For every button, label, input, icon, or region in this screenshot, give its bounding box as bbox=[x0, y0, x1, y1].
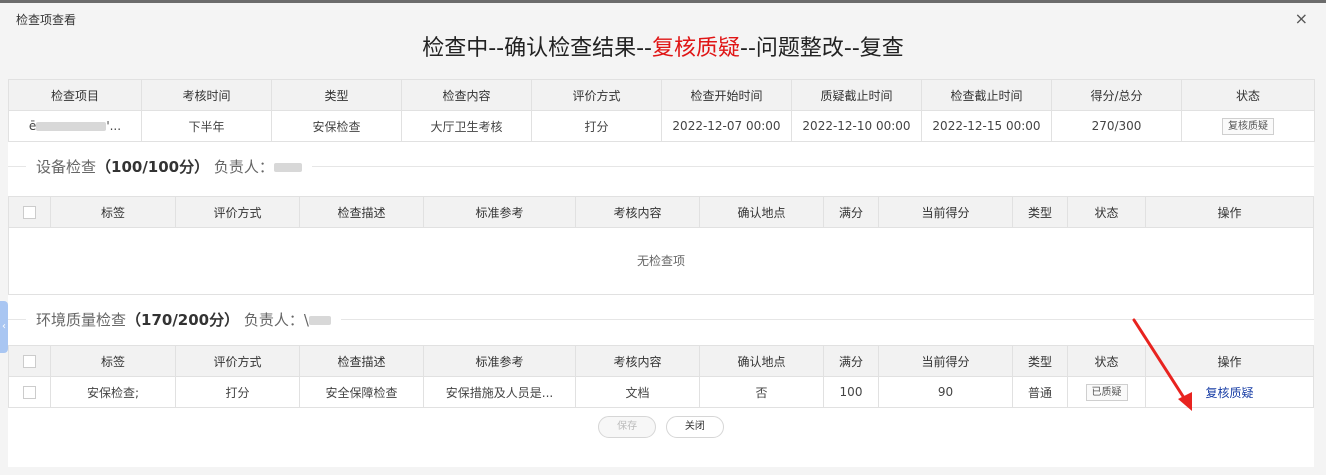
summary-header: 考核时间 bbox=[141, 79, 272, 111]
owner-label: 负责人： bbox=[243, 311, 304, 329]
cell-content: 文档 bbox=[575, 376, 700, 408]
col-header: 标签 bbox=[50, 345, 176, 377]
summary-status-cell: 复核质疑 bbox=[1181, 110, 1315, 142]
summary-header: 检查项目 bbox=[8, 79, 142, 111]
cell-reference: 安保措施及人员是... bbox=[423, 376, 576, 408]
summary-row: ē '... 下半年 安保检查 大厅卫生考核 打分 2022-12-07 00:0… bbox=[8, 110, 1315, 142]
col-header: 类型 bbox=[1012, 196, 1068, 228]
col-header: 确认地点 bbox=[699, 196, 824, 228]
col-header: 满分 bbox=[823, 345, 879, 377]
cell-method: 打分 bbox=[175, 376, 300, 408]
select-all-checkbox[interactable] bbox=[23, 355, 36, 368]
col-header: 检查描述 bbox=[299, 345, 424, 377]
select-all-cell bbox=[8, 196, 51, 228]
cell-score: 90 bbox=[878, 376, 1013, 408]
summary-header: 检查截止时间 bbox=[921, 79, 1052, 111]
section-title: 设备检查（100/100分） 负责人： bbox=[26, 156, 312, 177]
steps-part2: --问题整改--复查 bbox=[740, 36, 904, 61]
review-challenge-link[interactable]: 复核质疑 bbox=[1205, 386, 1253, 400]
col-header: 评价方式 bbox=[175, 345, 300, 377]
col-header: 标准参考 bbox=[423, 196, 576, 228]
empty-state: 无检查项 bbox=[8, 228, 1314, 295]
collapse-handle-icon[interactable]: ‹ bbox=[0, 301, 8, 353]
section-equipment-header: 设备检查（100/100分） 负责人： bbox=[8, 148, 1314, 184]
summary-header: 检查内容 bbox=[401, 79, 532, 111]
status-badge: 已质疑 bbox=[1085, 383, 1128, 401]
summary-item-cell: ē '... bbox=[8, 110, 142, 142]
item-suffix: '... bbox=[106, 119, 122, 133]
summary-challenge-deadline: 2022-12-10 00:00 bbox=[791, 110, 922, 142]
cell-location: 否 bbox=[699, 376, 824, 408]
summary-content: 大厅卫生考核 bbox=[401, 110, 532, 142]
cell-action: 复核质疑 bbox=[1145, 376, 1314, 408]
cell-tag: 安保检查; bbox=[50, 376, 176, 408]
steps-part1: 检查中--确认检查结果-- bbox=[422, 36, 652, 61]
col-header: 考核内容 bbox=[575, 345, 700, 377]
section-score: （100/100分） bbox=[96, 158, 210, 176]
close-button[interactable]: 关闭 bbox=[665, 416, 724, 438]
summary-header: 质疑截止时间 bbox=[791, 79, 922, 111]
row-select-cell bbox=[8, 376, 51, 408]
summary-header-row: 检查项目 考核时间 类型 检查内容 评价方式 检查开始时间 质疑截止时间 检查截… bbox=[8, 79, 1315, 111]
col-header: 标签 bbox=[50, 196, 176, 228]
col-header: 标准参考 bbox=[423, 345, 576, 377]
summary-header: 类型 bbox=[271, 79, 402, 111]
summary-method: 打分 bbox=[531, 110, 662, 142]
inspection-view-dialog: 检查项查看 × 检查中--确认检查结果--复核质疑--问题整改--复查 检查项目… bbox=[0, 0, 1326, 472]
owner-label: 负责人： bbox=[213, 158, 274, 176]
dialog-footer: 保存 关闭 bbox=[8, 416, 1314, 438]
section-environment-header: 环境质量检查（170/200分） 负责人：\ bbox=[8, 301, 1314, 337]
summary-header: 得分/总分 bbox=[1051, 79, 1182, 111]
col-header: 评价方式 bbox=[175, 196, 300, 228]
table-row: 安保检查; 打分 安全保障检查 安保措施及人员是... 文档 否 100 90 … bbox=[8, 376, 1314, 408]
summary-type: 安保检查 bbox=[271, 110, 402, 142]
col-header: 满分 bbox=[823, 196, 879, 228]
cell-full: 100 bbox=[823, 376, 879, 408]
col-header: 状态 bbox=[1067, 196, 1146, 228]
summary-period: 下半年 bbox=[141, 110, 272, 142]
col-header: 确认地点 bbox=[699, 345, 824, 377]
cell-status: 已质疑 bbox=[1067, 376, 1146, 408]
dialog-titlebar: 检查项查看 × bbox=[0, 3, 1326, 33]
col-header: 考核内容 bbox=[575, 196, 700, 228]
workflow-steps: 检查中--确认检查结果--复核质疑--问题整改--复查 bbox=[0, 29, 1326, 69]
col-header: 检查描述 bbox=[299, 196, 424, 228]
row-checkbox[interactable] bbox=[23, 386, 36, 399]
col-header: 操作 bbox=[1145, 345, 1314, 377]
col-header: 当前得分 bbox=[878, 196, 1013, 228]
col-header: 操作 bbox=[1145, 196, 1314, 228]
content-panel: 检查项目 考核时间 类型 检查内容 评价方式 检查开始时间 质疑截止时间 检查截… bbox=[8, 79, 1315, 467]
item-prefix: ē bbox=[28, 119, 37, 133]
dialog-title: 检查项查看 bbox=[16, 13, 77, 27]
summary-score: 270/300 bbox=[1051, 110, 1182, 142]
section-name: 设备检查 bbox=[36, 158, 97, 176]
summary-header: 状态 bbox=[1181, 79, 1315, 111]
summary-table: 检查项目 考核时间 类型 检查内容 评价方式 检查开始时间 质疑截止时间 检查截… bbox=[8, 79, 1315, 142]
section-score: （170/200分） bbox=[126, 311, 240, 329]
redacted-text bbox=[36, 122, 107, 131]
summary-header: 检查开始时间 bbox=[661, 79, 792, 111]
summary-header: 评价方式 bbox=[531, 79, 662, 111]
items-header-row: 标签 评价方式 检查描述 标准参考 考核内容 确认地点 满分 当前得分 类型 状… bbox=[8, 196, 1314, 228]
close-icon[interactable]: × bbox=[1295, 11, 1308, 27]
environment-items-table: 标签 评价方式 检查描述 标准参考 考核内容 确认地点 满分 当前得分 类型 状… bbox=[8, 345, 1314, 408]
summary-start: 2022-12-07 00:00 bbox=[661, 110, 792, 142]
status-badge: 复核质疑 bbox=[1222, 117, 1274, 135]
redacted-owner bbox=[273, 163, 302, 172]
cell-type: 普通 bbox=[1012, 376, 1068, 408]
section-title: 环境质量检查（170/200分） 负责人：\ bbox=[26, 309, 341, 330]
col-header: 当前得分 bbox=[878, 345, 1013, 377]
section-name: 环境质量检查 bbox=[36, 311, 127, 329]
col-header: 状态 bbox=[1067, 345, 1146, 377]
steps-current: 复核质疑 bbox=[651, 36, 740, 61]
items-header-row: 标签 评价方式 检查描述 标准参考 考核内容 确认地点 满分 当前得分 类型 状… bbox=[8, 345, 1314, 377]
select-all-cell bbox=[8, 345, 51, 377]
select-all-checkbox[interactable] bbox=[23, 206, 36, 219]
col-header: 类型 bbox=[1012, 345, 1068, 377]
summary-deadline: 2022-12-15 00:00 bbox=[921, 110, 1052, 142]
redacted-owner bbox=[308, 316, 331, 325]
equipment-items-table: 标签 评价方式 检查描述 标准参考 考核内容 确认地点 满分 当前得分 类型 状… bbox=[8, 196, 1314, 228]
save-button[interactable]: 保存 bbox=[598, 416, 657, 438]
cell-desc: 安全保障检查 bbox=[299, 376, 424, 408]
